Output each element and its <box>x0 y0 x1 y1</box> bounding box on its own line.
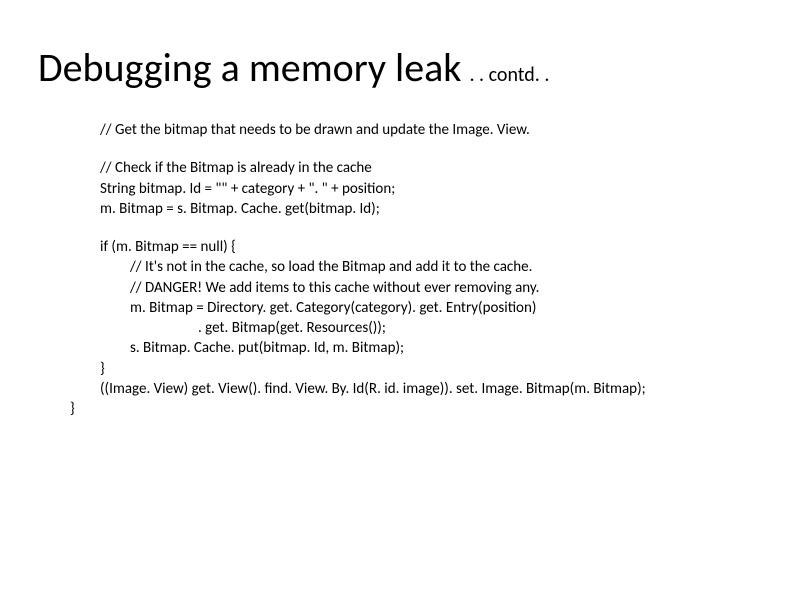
slide: Debugging a memory leak . . contd. . // … <box>0 0 794 595</box>
code-line: } <box>70 399 754 419</box>
code-line: m. Bitmap = s. Bitmap. Cache. get(bitmap… <box>70 199 754 219</box>
slide-title: Debugging a memory leak <box>38 48 461 88</box>
code-line: m. Bitmap = Directory. get. Category(cat… <box>70 298 754 318</box>
code-line: . get. Bitmap(get. Resources()); <box>70 318 754 338</box>
code-block: // Get the bitmap that needs to be drawn… <box>70 120 754 419</box>
slide-title-row: Debugging a memory leak . . contd. . <box>38 48 549 88</box>
code-line: // Get the bitmap that needs to be drawn… <box>70 120 754 140</box>
code-line: if (m. Bitmap == null) { <box>70 237 754 257</box>
code-line: // It's not in the cache, so load the Bi… <box>70 257 754 277</box>
code-line: String bitmap. Id = "" + category + ". "… <box>70 179 754 199</box>
code-line: // DANGER! We add items to this cache wi… <box>70 278 754 298</box>
slide-subtitle: . . contd. . <box>469 65 549 85</box>
code-line: // Check if the Bitmap is already in the… <box>70 158 754 178</box>
code-line: } <box>70 359 754 379</box>
code-line: ((Image. View) get. View(). find. View. … <box>70 379 754 399</box>
code-line: s. Bitmap. Cache. put(bitmap. Id, m. Bit… <box>70 338 754 358</box>
